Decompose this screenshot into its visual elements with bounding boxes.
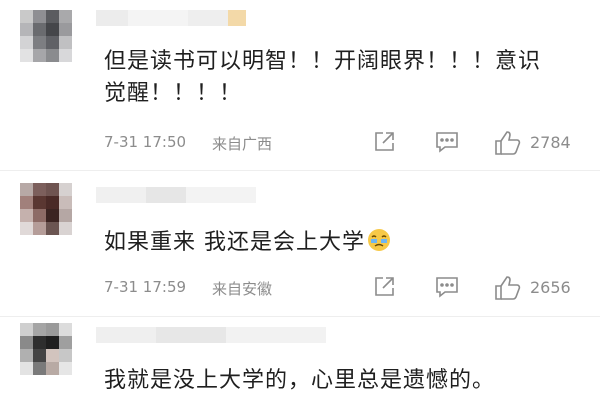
comment-time: 7-31 17:50 xyxy=(104,133,187,151)
comment-item: 我就是没上大学的，心里总是遗憾的。 xyxy=(0,316,600,402)
username-blurred[interactable] xyxy=(96,327,326,343)
comment-meta: 7-31 17:59 来自安徽 2656 xyxy=(104,275,580,301)
comment-text: 但是读书可以明智！！开阔眼界！！！意识 觉醒！！！！ xyxy=(104,46,580,110)
comment-item: 但是读书可以明智！！开阔眼界！！！意识 觉醒！！！！ 7-31 17:50 来自… xyxy=(0,0,600,170)
comment-text: 我就是没上大学的，心里总是遗憾的。 xyxy=(104,365,580,397)
comment-text: 如果重来 我还是会上大学 xyxy=(104,227,580,259)
comment-text-line: 但是读书可以明智！！开阔眼界！！！意识 xyxy=(104,49,542,74)
comment-text-line: 我就是没上大学的，心里总是遗憾的。 xyxy=(104,368,496,393)
comment-text-line: 觉醒！！！！ xyxy=(104,81,243,106)
comment-time: 7-31 17:59 xyxy=(104,278,187,296)
comment-location: 来自安徽 xyxy=(212,280,273,298)
like-count: 2656 xyxy=(530,278,571,297)
comment-meta: 7-31 17:50 来自广西 2784 xyxy=(104,130,580,156)
comment-location: 来自广西 xyxy=(212,135,273,153)
comment-icon[interactable] xyxy=(434,130,460,154)
username-blurred[interactable] xyxy=(96,187,256,203)
tearful-face-emoji xyxy=(367,228,391,252)
thumbs-up-icon[interactable] xyxy=(494,130,522,156)
comment-icon[interactable] xyxy=(434,275,460,299)
avatar[interactable] xyxy=(20,183,72,235)
username-blurred[interactable] xyxy=(96,10,246,26)
avatar[interactable] xyxy=(20,323,72,375)
like-count: 2784 xyxy=(530,133,571,152)
comment-item: 如果重来 我还是会上大学 7-31 17:59 来自安徽 2656 xyxy=(0,170,600,316)
share-icon[interactable] xyxy=(372,130,396,154)
thumbs-up-icon[interactable] xyxy=(494,275,522,301)
share-icon[interactable] xyxy=(372,275,396,299)
comment-text-line: 如果重来 我还是会上大学 xyxy=(104,230,365,255)
avatar[interactable] xyxy=(20,10,72,62)
